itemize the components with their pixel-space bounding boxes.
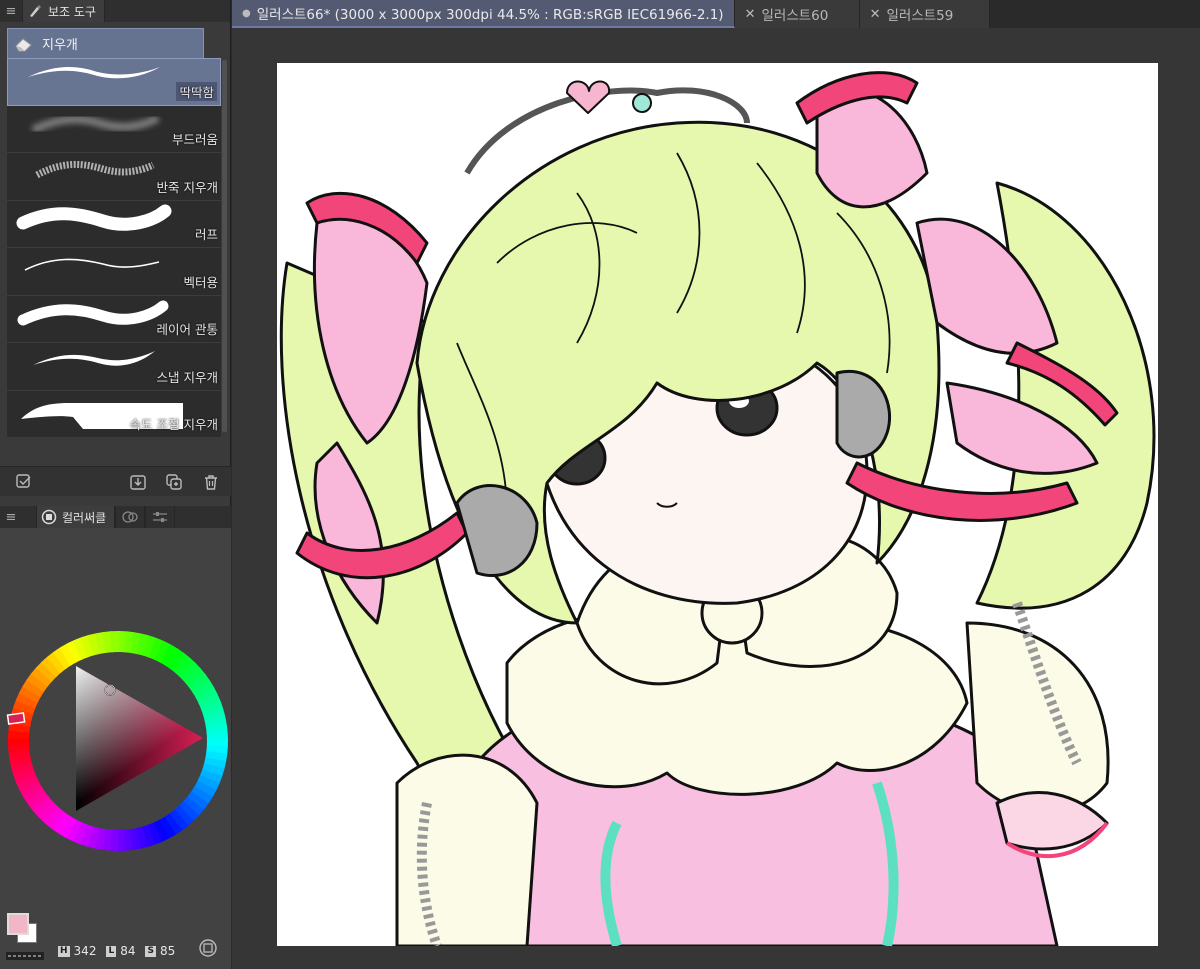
brush-through-layer[interactable]: 레이어 관통: [7, 295, 221, 343]
import-subtool-icon[interactable]: [128, 472, 148, 492]
subtool-panel-tabbar: ≡ 보조 도구: [0, 0, 230, 22]
brush-hard[interactable]: 딱딱함: [7, 58, 221, 106]
brush-label: 부드러움: [171, 132, 218, 147]
document-tabbar: ● 일러스트66* (3000 x 3000px 300dpi 44.5% : …: [232, 0, 1200, 28]
brush-snap[interactable]: 스냅 지우개: [7, 343, 221, 391]
close-icon[interactable]: ✕: [870, 7, 881, 22]
brush-rough[interactable]: 러프: [7, 200, 221, 248]
tiara-heart: [566, 80, 611, 114]
artboard[interactable]: [277, 63, 1158, 946]
color-wheel-panel: H 342 L 84 S 85: [0, 528, 231, 969]
right-sleeve: [965, 621, 1110, 815]
panel-menu-icon[interactable]: ≡: [0, 0, 22, 22]
saturation-value: 85: [159, 944, 176, 958]
brush-stroke-preview: [31, 113, 160, 134]
color-swatches: [5, 911, 45, 947]
hue-key: H: [58, 945, 70, 957]
eraser-icon: [15, 37, 32, 51]
tab-subtool[interactable]: 보조 도구: [22, 0, 105, 22]
brush-label: 딱딱함: [176, 81, 217, 101]
document-tab-label: 일러스트59: [886, 8, 954, 24]
subtool-settings-icon[interactable]: [14, 472, 34, 492]
brush-stroke-preview: [16, 204, 172, 231]
brush-vector[interactable]: 벡터용: [7, 248, 221, 296]
brush-list-scrollbar[interactable]: [222, 60, 227, 432]
tab-color-wheel-label: 컬러써클: [62, 510, 107, 525]
brush-stroke-preview: [17, 300, 169, 325]
brush-kneaded[interactable]: 반죽 지우개: [7, 153, 221, 201]
headphone-left: [455, 484, 539, 578]
transparent-color-toggle[interactable]: [6, 951, 46, 961]
left-sleeve: [395, 753, 539, 946]
document-tab-label: 일러스트66* (3000 x 3000px 300dpi 44.5% : RG…: [256, 7, 724, 23]
eraser-group-header[interactable]: 지우개: [7, 28, 204, 59]
hue-value: 342: [73, 944, 97, 958]
illustration: [279, 71, 1156, 946]
brush-label: 속도 조절 지우개: [129, 417, 218, 432]
brush-stroke-preview: [33, 351, 155, 366]
close-icon[interactable]: ✕: [745, 7, 756, 22]
saturation-key: S: [145, 945, 156, 957]
brush-label: 벡터용: [183, 274, 218, 290]
duplicate-subtool-icon[interactable]: [164, 472, 184, 492]
eraser-group-label: 지우개: [42, 38, 78, 53]
lightness-key: L: [106, 945, 117, 957]
hue-picker-handle[interactable]: [6, 712, 26, 725]
brush-stroke-preview: [24, 258, 160, 271]
main-color-swatch[interactable]: [7, 913, 29, 935]
canvas-area[interactable]: [232, 28, 1200, 969]
brush-label: 스냅 지우개: [156, 369, 218, 385]
color-slider-icon: [153, 512, 168, 522]
color-panel-tabbar: ≡ 컬러써클: [0, 506, 231, 528]
tab-document[interactable]: ✕ 일러스트59: [859, 0, 990, 28]
brush-tool-icon: [30, 5, 41, 17]
tab-color-wheel[interactable]: 컬러써클: [36, 506, 116, 528]
lightness-value: 84: [120, 944, 136, 958]
panel-menu-icon[interactable]: ≡: [0, 506, 22, 528]
color-wheel[interactable]: [6, 628, 230, 854]
brush-stroke-preview: [28, 67, 160, 79]
color-mode-toggle-icon[interactable]: [198, 938, 218, 958]
brush-label: 반죽 지우개: [156, 179, 218, 195]
brush-soft[interactable]: 부드러움: [7, 105, 221, 153]
brush-speed-control[interactable]: 속도 조절 지우개: [7, 390, 221, 438]
delete-subtool-icon[interactable]: [201, 472, 221, 492]
tab-document[interactable]: ✕ 일러스트60: [734, 0, 860, 28]
tab-color-set[interactable]: [115, 506, 146, 528]
hsl-readout: H 342 L 84 S 85: [58, 944, 181, 958]
sv-triangle-highlight: [76, 666, 203, 811]
color-set-icon: [122, 511, 138, 523]
left-panel: ≡ 보조 도구 지우개 딱딱함 부드러움 반죽 지우개 러프 벡터용 레이어 관…: [0, 0, 231, 969]
tab-document-active[interactable]: ● 일러스트66* (3000 x 3000px 300dpi 44.5% : …: [232, 0, 735, 28]
brush-label: 레이어 관통: [156, 322, 218, 337]
tab-color-slider[interactable]: [145, 506, 176, 528]
brush-stroke-preview: [35, 160, 155, 179]
color-wheel-tab-icon: [41, 509, 57, 525]
tab-subtool-label: 보조 도구: [48, 4, 96, 19]
document-tab-label: 일러스트60: [761, 8, 829, 24]
unsaved-dot-icon: ●: [242, 7, 251, 19]
brush-label: 러프: [194, 227, 218, 242]
brush-list: 딱딱함 부드러움 반죽 지우개 러프 벡터용 레이어 관통 스냅 지우개 속도 …: [7, 58, 221, 438]
subtool-footer: [0, 466, 231, 496]
